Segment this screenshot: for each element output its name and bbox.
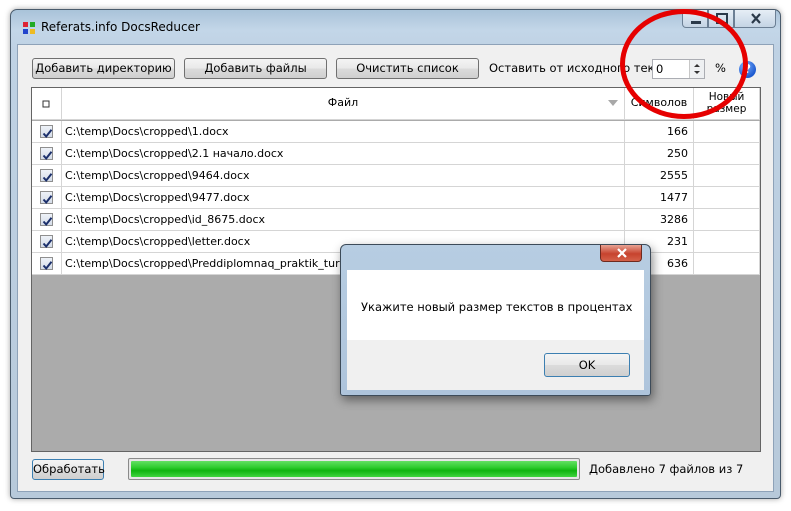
process-button[interactable]: Обработать bbox=[32, 459, 105, 480]
annotation-circle bbox=[620, 9, 748, 119]
dialog-close-button[interactable] bbox=[600, 245, 642, 262]
row-checkbox-cell[interactable] bbox=[32, 209, 62, 231]
chars-cell[interactable]: 3286 bbox=[625, 209, 694, 231]
close-button[interactable] bbox=[734, 10, 776, 28]
progress-bar bbox=[128, 458, 580, 480]
dialog-message: Укажите новый размер текстов в процентах bbox=[361, 300, 633, 314]
row-checkbox-cell[interactable] bbox=[32, 143, 62, 165]
checkbox[interactable] bbox=[40, 257, 53, 271]
new-size-cell[interactable] bbox=[694, 231, 760, 253]
header-file-label: Файл bbox=[327, 96, 359, 109]
new-size-cell[interactable] bbox=[694, 143, 760, 165]
ok-button[interactable]: OK bbox=[544, 353, 630, 377]
row-checkbox-cell[interactable] bbox=[32, 187, 62, 209]
add-files-button[interactable]: Добавить файлы bbox=[184, 58, 327, 79]
row-checkbox-cell[interactable] bbox=[32, 231, 62, 253]
checkmark-icon bbox=[42, 261, 53, 271]
close-icon bbox=[617, 248, 627, 258]
chars-cell[interactable]: 250 bbox=[625, 143, 694, 165]
checkbox[interactable] bbox=[40, 125, 53, 139]
file-path-cell[interactable]: C:\temp\Docs\cropped\2.1 начало.docx bbox=[62, 143, 625, 165]
checkbox[interactable] bbox=[40, 235, 53, 249]
add-directory-button[interactable]: Добавить директорию bbox=[32, 58, 175, 79]
chars-cell[interactable]: 1477 bbox=[625, 187, 694, 209]
file-path-cell[interactable]: C:\temp\Docs\cropped\9477.docx bbox=[62, 187, 625, 209]
new-size-cell[interactable] bbox=[694, 209, 760, 231]
checkbox[interactable] bbox=[40, 147, 53, 161]
status-text: Добавлено 7 файлов из 7 bbox=[589, 462, 744, 476]
new-size-cell[interactable] bbox=[694, 165, 760, 187]
clear-list-button[interactable]: Очистить список bbox=[336, 58, 479, 79]
file-path-cell[interactable]: C:\temp\Docs\cropped\9464.docx bbox=[62, 165, 625, 187]
header-check-column[interactable] bbox=[32, 88, 62, 120]
checkbox[interactable] bbox=[40, 213, 53, 227]
checkbox[interactable] bbox=[40, 191, 53, 205]
checkmark-icon bbox=[42, 195, 53, 205]
file-path-cell[interactable]: C:\temp\Docs\cropped\1.docx bbox=[62, 121, 625, 143]
new-size-cell[interactable] bbox=[694, 253, 760, 275]
progress-fill bbox=[131, 461, 577, 477]
new-size-cell[interactable] bbox=[694, 187, 760, 209]
window-title: Referats.info DocsReducer bbox=[41, 20, 200, 34]
chars-cell[interactable]: 166 bbox=[625, 121, 694, 143]
file-path-cell[interactable]: C:\temp\Docs\cropped\id_8675.docx bbox=[62, 209, 625, 231]
checkmark-icon bbox=[42, 239, 53, 249]
row-checkbox-cell[interactable] bbox=[32, 165, 62, 187]
app-icon bbox=[22, 21, 36, 35]
row-checkbox-cell[interactable] bbox=[32, 253, 62, 275]
checkmark-icon bbox=[42, 217, 53, 227]
select-all-icon bbox=[42, 100, 50, 108]
close-icon bbox=[751, 13, 761, 24]
header-file-column[interactable]: Файл bbox=[62, 88, 625, 120]
sort-arrow-icon bbox=[608, 100, 618, 106]
chars-cell[interactable]: 2555 bbox=[625, 165, 694, 187]
checkmark-icon bbox=[42, 173, 53, 183]
row-checkbox-cell[interactable] bbox=[32, 121, 62, 143]
new-size-cell[interactable] bbox=[694, 121, 760, 143]
checkmark-icon bbox=[42, 151, 53, 161]
checkmark-icon bbox=[42, 129, 53, 139]
checkbox[interactable] bbox=[40, 169, 53, 183]
